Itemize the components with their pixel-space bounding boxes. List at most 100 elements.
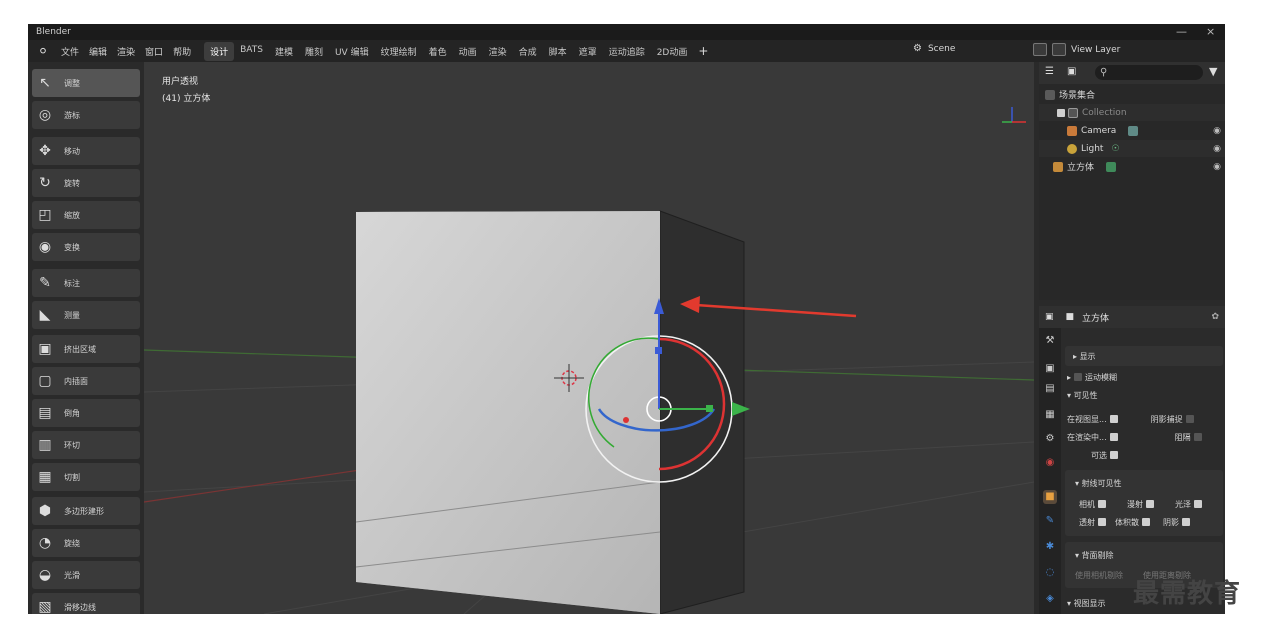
scene-selector[interactable]: ⚙ Scene	[913, 43, 955, 54]
display-mode-icon[interactable]: ▣	[1067, 66, 1076, 77]
tool-button[interactable]: ◒ 光滑	[32, 561, 140, 589]
filter-icon[interactable]: ▼	[1209, 65, 1217, 78]
modifier-tab-icon[interactable]: ✎	[1043, 514, 1057, 528]
properties-tabs: ⚒ ▣ ▤ ▦ ⚙ ◉ ■ ✎ ✱ ◌ ◈	[1039, 328, 1061, 614]
editor-type-icon[interactable]: ☰	[1045, 66, 1054, 77]
visibility-panel[interactable]: ▾ 可见性	[1061, 386, 1225, 404]
tool-button[interactable]: ◔ 旋绕	[32, 529, 140, 557]
in-render-checkbox[interactable]	[1109, 433, 1118, 441]
view-layer-selector[interactable]: View Layer	[1033, 43, 1120, 56]
tool-button[interactable]: ✥ 移动	[32, 137, 140, 165]
workspace-tab[interactable]: 着色	[423, 42, 453, 61]
tool-tab-icon[interactable]: ⚒	[1043, 334, 1057, 348]
tool-button[interactable]: ▥ 环切	[32, 431, 140, 459]
outliner-row-camera[interactable]: Camera ◉	[1039, 122, 1225, 139]
motion-blur-checkbox[interactable]	[1074, 373, 1083, 381]
output-tab-icon[interactable]: ▤	[1043, 382, 1057, 396]
transmission-ray-checkbox[interactable]	[1098, 518, 1106, 526]
workspace-tab[interactable]: 2D动画	[651, 42, 694, 61]
3d-viewport[interactable]: 用户透视 (41) 立方体	[144, 62, 1034, 614]
camera-label: Camera	[1081, 125, 1117, 136]
workspace-tab[interactable]: UV 编辑	[329, 42, 375, 61]
minimize-button[interactable]: —	[1176, 25, 1187, 38]
tool-button[interactable]: ▢ 内插面	[32, 367, 140, 395]
tool-label: 内插面	[64, 376, 88, 386]
camera-ray-checkbox[interactable]	[1098, 500, 1106, 508]
camera-data-icon	[1128, 125, 1139, 136]
render-tab-icon[interactable]: ▣	[1043, 362, 1057, 376]
selectable-checkbox[interactable]	[1110, 451, 1118, 459]
tool-button[interactable]: ◉ 变换	[32, 233, 140, 261]
selectable-row[interactable]: 可选	[1061, 446, 1225, 464]
world-tab-icon[interactable]: ◉	[1043, 456, 1057, 470]
workspace-tab[interactable]: 设计	[204, 41, 235, 61]
tool-button[interactable]: ⬢ 多边形建形	[32, 497, 140, 525]
outliner-row-light[interactable]: Light ☉ ◉	[1039, 140, 1225, 157]
workspace-tab[interactable]: 渲染	[483, 42, 513, 61]
camera-ray-label: 相机	[1079, 499, 1095, 509]
menu-item[interactable]: 帮助	[168, 45, 196, 58]
tool-button[interactable]: ✎ 标注	[32, 269, 140, 297]
in-render-row[interactable]: 在渲染中... 阻隔	[1061, 428, 1225, 446]
tool-button[interactable]: ▤ 倒角	[32, 399, 140, 427]
scene-tab-icon[interactable]: ⚙	[1043, 432, 1057, 446]
view-layer-tab-icon[interactable]: ▦	[1043, 408, 1057, 422]
eye-icon[interactable]: ◉	[1213, 144, 1221, 154]
tool-button[interactable]: ↖ 调整	[32, 69, 140, 97]
tool-button[interactable]: ↻ 旋转	[32, 169, 140, 197]
workspace-tab[interactable]: 纹理绘制	[375, 42, 423, 61]
diffuse-ray-checkbox[interactable]	[1146, 500, 1154, 508]
tool-button[interactable]: ▦ 切割	[32, 463, 140, 491]
constraints-tab-icon[interactable]: ◈	[1043, 592, 1057, 606]
workspace-tab[interactable]: 脚本	[543, 42, 573, 61]
workspace-tab[interactable]: 合成	[513, 42, 543, 61]
outliner-row-cube[interactable]: 立方体 ◉	[1039, 158, 1225, 175]
tool-button[interactable]: ◰ 缩放	[32, 201, 140, 229]
workspace-tab[interactable]: 动画	[453, 42, 483, 61]
workspace-tab[interactable]: 遮罩	[573, 42, 603, 61]
select-icon: ↖	[39, 75, 51, 91]
menu-item[interactable]: 编辑	[84, 45, 112, 58]
display-panel[interactable]: ▸ 显示	[1061, 347, 1225, 365]
pin-icon[interactable]: ✿	[1211, 312, 1219, 322]
motion-blur-panel[interactable]: ▸ 运动模糊	[1061, 368, 1225, 386]
ray-row-1[interactable]: 相机 漫射 光泽	[1061, 495, 1225, 513]
backface-culling-panel[interactable]: ▾ 背面剔除	[1061, 546, 1225, 564]
in-viewport-row[interactable]: 在视图显... 阴影捕捉	[1061, 410, 1225, 428]
menu-item[interactable]: 文件	[56, 45, 84, 58]
holdout-checkbox[interactable]	[1193, 433, 1202, 441]
blender-logo-icon[interactable]: ⚪	[36, 44, 50, 58]
particles-tab-icon[interactable]: ✱	[1043, 540, 1057, 554]
knife-icon: ▦	[38, 469, 52, 485]
shadow-catcher-checkbox[interactable]	[1185, 415, 1194, 423]
workspace-tab[interactable]: 建模	[269, 42, 299, 61]
tool-button[interactable]: ◎ 游标	[32, 101, 140, 129]
collection-checkbox[interactable]	[1057, 108, 1065, 117]
menu-item[interactable]: 窗口	[140, 45, 168, 58]
glossy-ray-checkbox[interactable]	[1194, 500, 1202, 508]
workspace-tab[interactable]: 运动追踪	[603, 42, 651, 61]
properties-editor-icon[interactable]: ▣	[1045, 312, 1054, 322]
object-tab-icon[interactable]: ■	[1043, 490, 1057, 504]
tool-button[interactable]: ◣ 测量	[32, 301, 140, 329]
tool-button[interactable]: ▣ 挤出区域	[32, 335, 140, 363]
menu-item[interactable]: 渲染	[112, 45, 140, 58]
ray-visibility-panel[interactable]: ▾ 射线可见性	[1061, 474, 1225, 492]
close-button[interactable]: ×	[1206, 25, 1215, 38]
add-workspace-button[interactable]: +	[693, 44, 713, 58]
shadow-ray-checkbox[interactable]	[1182, 518, 1190, 526]
physics-tab-icon[interactable]: ◌	[1043, 566, 1057, 580]
outliner-search-input[interactable]: ⚲	[1095, 65, 1203, 80]
volume-scatter-checkbox[interactable]	[1142, 518, 1150, 526]
outliner-row-collection[interactable]: Collection	[1039, 104, 1225, 121]
tool-button[interactable]: ▧ 滑移边线	[32, 593, 140, 614]
ray-row-2[interactable]: 透射 体积散 阴影	[1061, 513, 1225, 531]
eye-icon[interactable]: ◉	[1213, 162, 1221, 172]
viewport-scene[interactable]	[144, 62, 1034, 614]
navigation-gizmo[interactable]	[1002, 107, 1026, 123]
eye-icon[interactable]: ◉	[1213, 126, 1221, 136]
workspace-tab[interactable]: BATS	[234, 42, 269, 61]
outliner-root[interactable]: 场景集合	[1039, 86, 1225, 103]
workspace-tab[interactable]: 雕刻	[299, 42, 329, 61]
in-viewport-checkbox[interactable]	[1109, 415, 1118, 423]
